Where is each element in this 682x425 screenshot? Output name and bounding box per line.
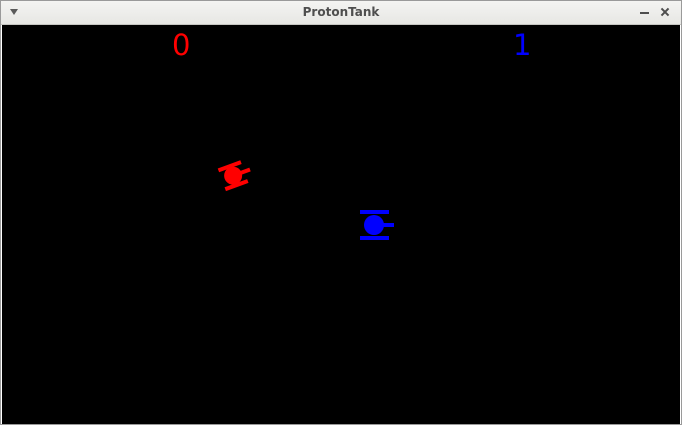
- blue-tank: [360, 210, 394, 240]
- minimize-icon[interactable]: [640, 12, 649, 14]
- close-icon[interactable]: [658, 5, 672, 19]
- red-tank: [217, 160, 251, 192]
- title-bar[interactable]: ProtonTank: [1, 1, 681, 25]
- red-player-score: 0: [172, 28, 191, 62]
- blue-player-score: 1: [513, 28, 532, 62]
- game-arena[interactable]: 0 1: [2, 25, 680, 424]
- window-title: ProtonTank: [302, 5, 380, 19]
- game-window: ProtonTank 0 1: [0, 0, 682, 425]
